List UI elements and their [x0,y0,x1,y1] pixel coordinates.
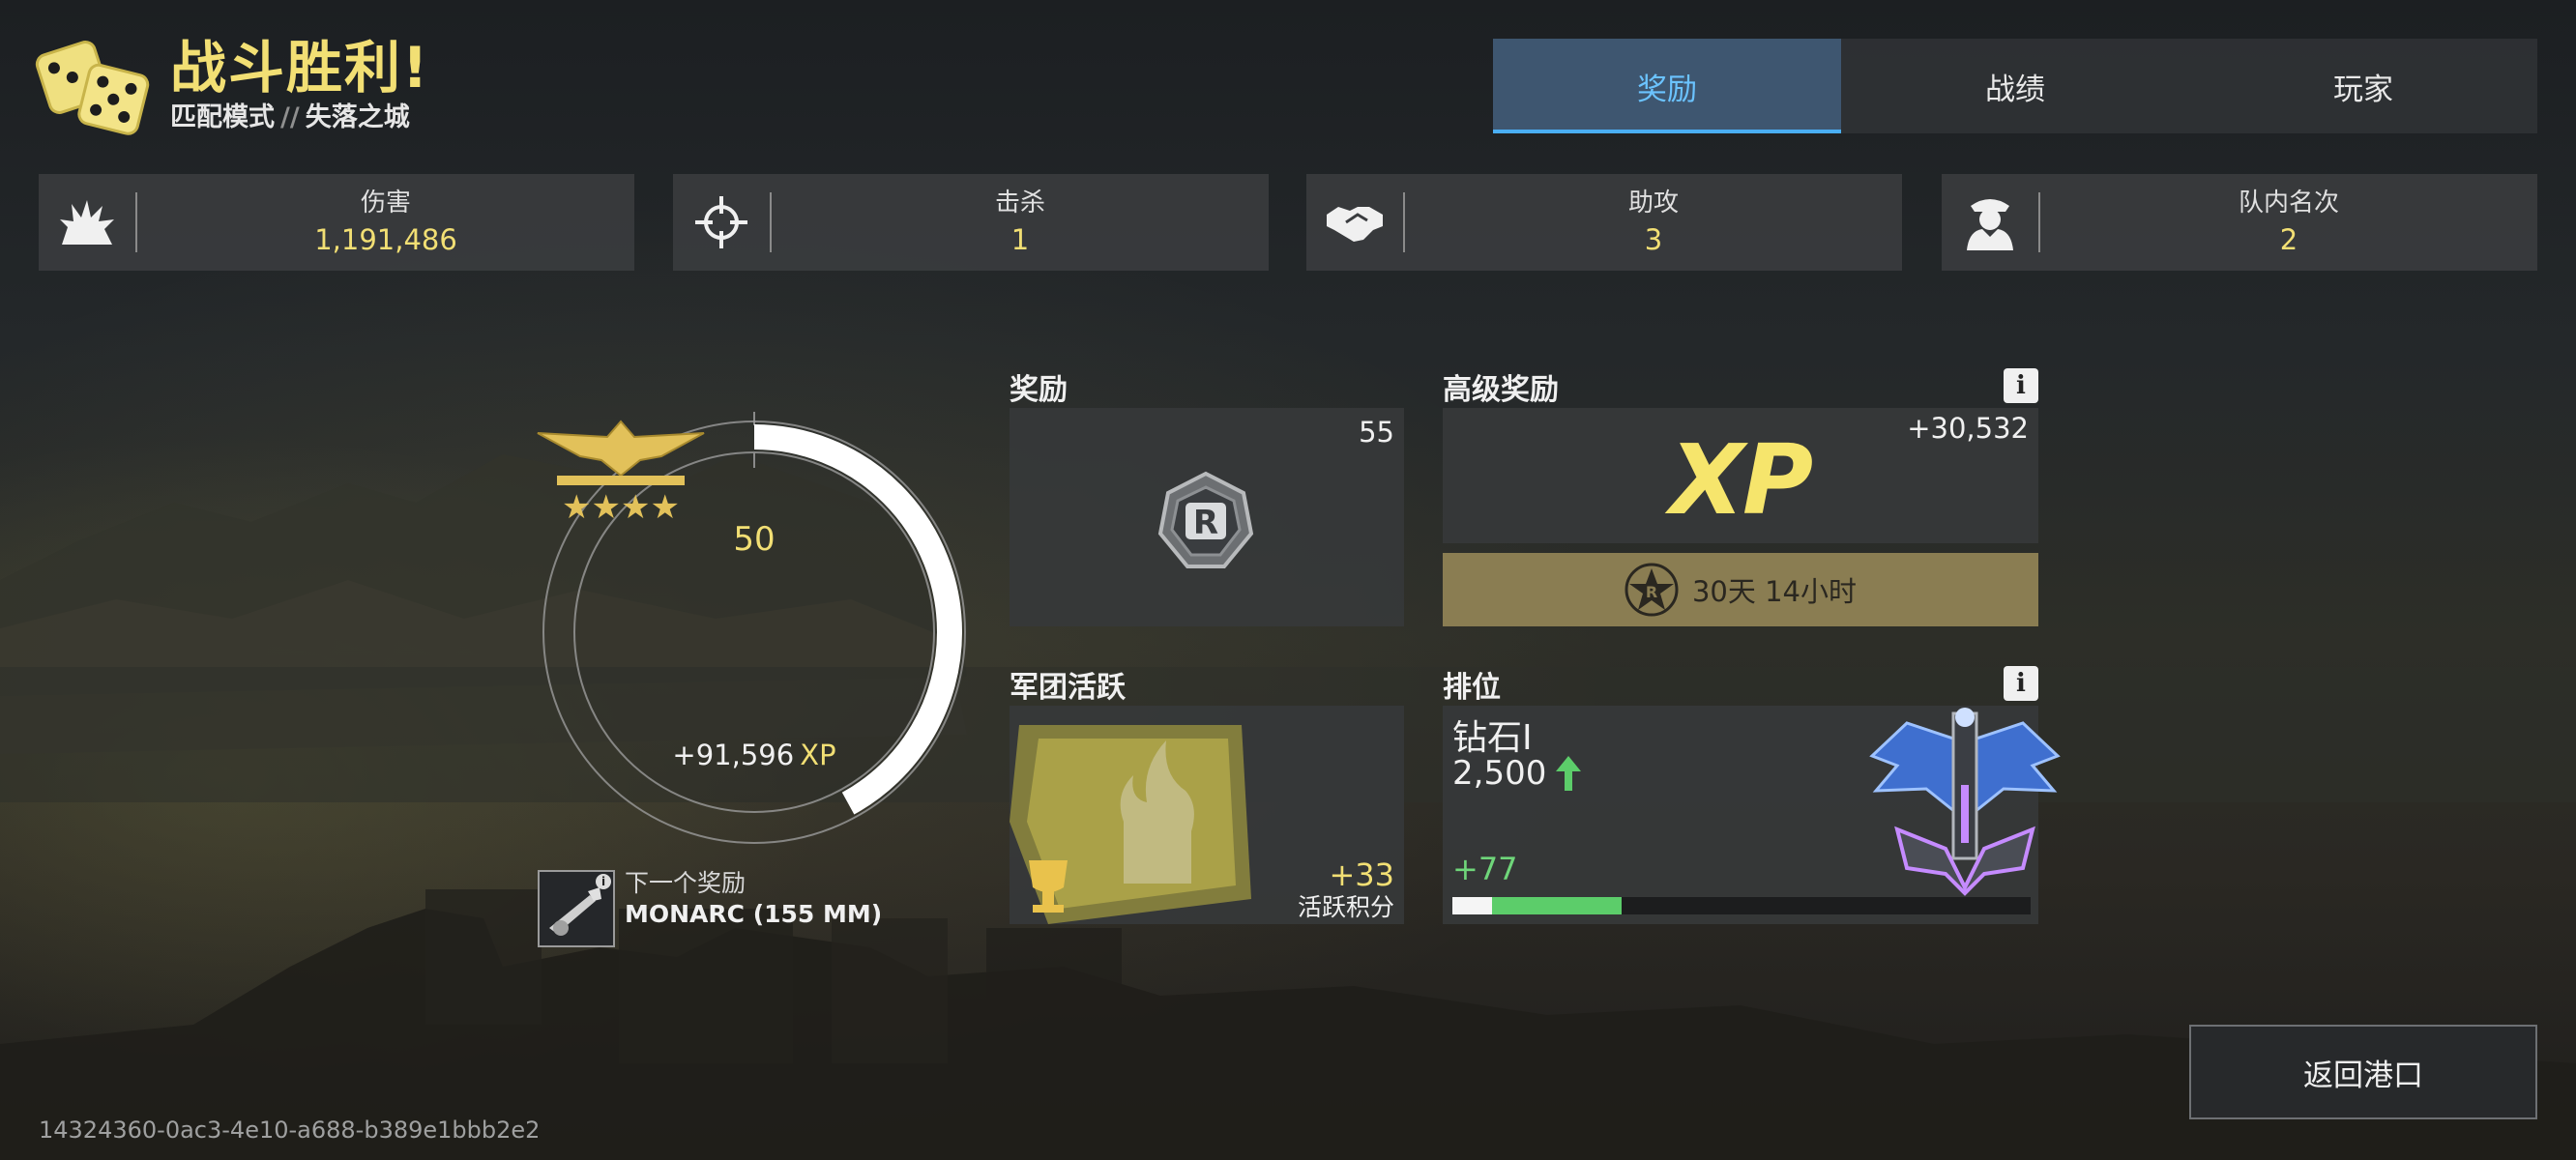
ranking-info-button[interactable]: i [2004,666,2038,701]
rank-gain: +77 [1452,851,1518,887]
legion-points-label: 活跃积分 [1297,893,1394,921]
stat-value: 1,191,486 [314,223,457,256]
svg-text:R: R [1646,583,1657,601]
arrow-up-icon [1556,756,1582,791]
rewards-panel[interactable]: 55 R [1010,408,1404,626]
page-title: 战斗胜利! [170,35,430,101]
legion-activity-panel[interactable]: +33 活跃积分 [1010,706,1404,924]
map-name: 失落之城 [305,102,410,132]
xp-gain-value: +91,596 [672,739,795,771]
legion-section-title: 军团活跃 [1010,671,1126,705]
ranking-section-title: 排位 [1443,671,1501,705]
next-reward-thumbnail[interactable]: i [538,870,615,947]
mode-separator: // [280,102,300,132]
handshake-icon [1306,174,1403,271]
tab-players[interactable]: 玩家 [2189,39,2537,133]
stat-value: 1 [1010,223,1030,256]
stat-label: 队内名次 [2238,188,2339,218]
diamond-rank-emblem-icon [1869,708,2061,896]
result-tabs: 奖励 战绩 玩家 [1493,39,2537,133]
stat-team-rank: 队内名次 2 [1942,174,2537,271]
premium-info-button[interactable]: i [2004,368,2038,403]
battle-result-header: 战斗胜利! 匹配模式//失落之城 [35,31,429,139]
reward-count: 55 [1359,416,1394,449]
eagle-rank-insignia-icon: ★★★★ [537,420,705,527]
next-reward-label: 下一个奖励 [625,869,746,897]
rank-progress-bar [1452,897,2031,914]
premium-time-left: 30天 14小时 [1691,575,1858,608]
next-reward-name: MONARC (155 MM) [625,900,883,928]
premium-xp-amount: +30,532 [1907,412,2029,445]
stat-label: 击杀 [994,188,1045,218]
stat-assists: 助攻 3 [1306,174,1902,271]
match-mode: 匹配模式 [170,102,275,132]
match-id: 14324360-0ac3-4e10-a688-b389e1bbb2e2 [39,1116,541,1144]
stat-value: 3 [1644,223,1663,256]
premium-time-bar[interactable]: R 30天 14小时 [1443,553,2038,626]
svg-text:★★★★: ★★★★ [562,488,680,527]
rank-progress-base [1452,897,1492,914]
xp-gain-total: +91,596 XP [534,739,975,771]
xp-progress-ring: 50 ★★★★ +91,596 XP [534,412,975,853]
stat-damage: 伤害 1,191,486 [39,174,634,271]
rank-points-line: 2,500 [1452,754,1583,793]
r-coin-icon: R [1157,471,1254,568]
premium-star-icon: R [1625,563,1679,617]
rank-points: 2,500 [1452,754,1547,793]
rewards-section-title: 奖励 [1010,373,1068,407]
stat-kills: 击杀 1 [673,174,1269,271]
legion-points: +33 [1329,856,1394,893]
tab-battle-record[interactable]: 战绩 [1841,39,2189,133]
svg-text:R: R [1193,504,1218,542]
premium-section-title: 高级奖励 [1443,373,1559,407]
rank-progress-gain [1491,897,1623,914]
damage-explosion-icon [39,174,135,271]
info-icon: i [596,874,611,889]
stat-label: 伤害 [360,188,411,218]
next-reward[interactable]: i 下一个奖励 MONARC (155 MM) [538,869,883,947]
commander-icon [1942,174,2038,271]
premium-xp-panel[interactable]: XP +30,532 [1443,408,2038,543]
match-mode-line: 匹配模式//失落之城 [170,101,429,135]
stat-label: 助攻 [1627,188,1679,218]
return-to-port-button[interactable]: 返回港口 [2189,1025,2537,1119]
crosshair-icon [673,174,770,271]
rank-tier: 钻石I [1452,718,1533,758]
dice-icon [35,41,150,135]
stat-value: 2 [2279,223,2298,256]
xp-unit: XP [800,739,836,771]
tab-rewards[interactable]: 奖励 [1493,39,1841,133]
